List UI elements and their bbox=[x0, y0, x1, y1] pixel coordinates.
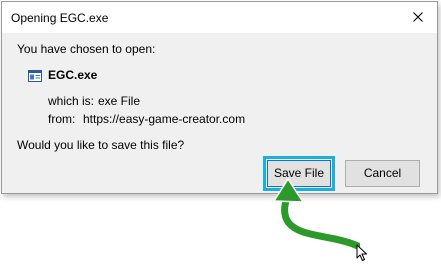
curved-arrow-icon bbox=[273, 178, 360, 252]
application-file-icon bbox=[28, 70, 42, 82]
close-icon bbox=[413, 12, 423, 22]
close-button[interactable] bbox=[405, 6, 431, 28]
file-name: EGC.exe bbox=[48, 68, 98, 82]
from-label: from: bbox=[48, 112, 76, 126]
which-is-label: which is: bbox=[48, 94, 95, 108]
save-file-dialog: Opening EGC.exe You have chosen to open:… bbox=[1, 1, 438, 194]
dialog-titlebar: Opening EGC.exe bbox=[2, 2, 437, 33]
source-url: https://easy-game-creator.com bbox=[83, 112, 246, 126]
chosen-to-open-text: You have chosen to open: bbox=[17, 42, 156, 56]
file-type-value: exe File bbox=[98, 94, 141, 108]
mouse-pointer-icon bbox=[356, 244, 367, 261]
dialog-title: Opening EGC.exe bbox=[11, 11, 109, 25]
save-question: Would you like to save this file? bbox=[17, 138, 185, 152]
